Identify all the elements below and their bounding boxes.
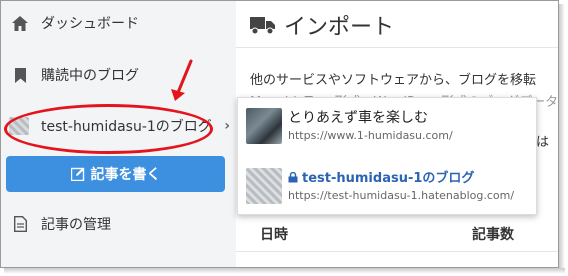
sidebar: ダッシュボード 購読中のブログ test-humidasu-1のブログ › 記事… — [1, 1, 236, 267]
table-header: 日時 記事数 — [236, 216, 558, 252]
app-window: ダッシュボード 購読中のブログ test-humidasu-1のブログ › 記事… — [0, 0, 559, 268]
blog-switcher-popup: とりあえず車を楽しむ https://www.1-humidasu.com/ t… — [237, 97, 537, 215]
chevron-right-icon: › — [224, 118, 230, 134]
blog-thumbnail — [246, 108, 282, 144]
bookmark-icon — [11, 66, 29, 84]
popup-blog-url: https://test-humidasu-1.hatenablog.com/ — [288, 189, 515, 202]
lock-icon — [288, 172, 298, 183]
sidebar-item-label: 記事の管理 — [41, 217, 111, 233]
blog-thumbnail — [246, 168, 282, 204]
column-header-count: 記事数 — [472, 227, 514, 243]
sidebar-item-label: 購読中のブログ — [41, 68, 139, 84]
truck-icon — [250, 17, 275, 35]
sidebar-item-label: ダッシュボード — [41, 16, 139, 32]
write-button-label: 記事を書く — [90, 167, 161, 183]
blog-thumbnail — [9, 117, 29, 135]
page-title: インポート — [250, 9, 394, 41]
document-icon — [11, 215, 29, 233]
window-shadow — [4, 268, 565, 274]
sidebar-item-dashboard[interactable]: ダッシュボード — [1, 1, 236, 45]
sidebar-item-label: test-humidasu-1のブログ — [41, 119, 212, 135]
page-title-text: インポート — [284, 15, 395, 40]
sidebar-item-subscriptions[interactable]: 購読中のブログ — [1, 53, 236, 97]
sidebar-item-manage-articles[interactable]: 記事の管理 — [1, 202, 236, 246]
import-description: 他のサービスやソフトウェアから、ブログを移転 — [250, 73, 537, 88]
edit-icon — [70, 167, 84, 181]
write-article-button[interactable]: 記事を書く — [6, 156, 225, 192]
column-header-date: 日時 — [260, 227, 288, 243]
popup-blog-title-text: test-humidasu-1のブログ — [302, 171, 475, 186]
divider — [236, 47, 558, 48]
annotation-arrow-icon — [171, 59, 193, 101]
popup-blog-url: https://www.1-humidasu.com/ — [288, 129, 453, 142]
sidebar-item-blog[interactable]: test-humidasu-1のブログ › — [1, 104, 236, 148]
window-shadow — [559, 4, 565, 272]
popup-blog-title: とりあえず車を楽しむ — [288, 110, 428, 126]
home-icon — [11, 14, 29, 32]
popup-blog-item[interactable]: とりあえず車を楽しむ https://www.1-humidasu.com/ — [246, 104, 536, 148]
popup-blog-title: test-humidasu-1のブログ — [288, 167, 474, 186]
popup-blog-item-current[interactable]: test-humidasu-1のブログ https://test-humidas… — [246, 164, 536, 208]
trailing-text: は — [536, 135, 550, 150]
